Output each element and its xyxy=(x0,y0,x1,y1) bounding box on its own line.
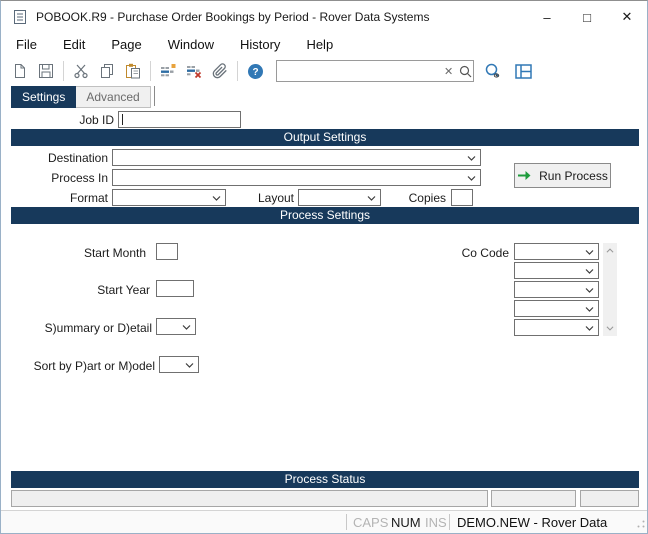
output-settings-header: Output Settings xyxy=(11,129,639,146)
caps-indicator: CAPS xyxy=(353,515,389,530)
cut-icon[interactable] xyxy=(68,59,94,83)
process-settings-header: Process Settings xyxy=(11,207,639,224)
tab-strip-edge xyxy=(151,86,155,106)
summary-or-detail-select[interactable] xyxy=(156,318,196,335)
chevron-down-icon xyxy=(585,306,594,312)
menu-window[interactable]: Window xyxy=(155,34,227,55)
co-code-select[interactable] xyxy=(514,262,599,279)
text-caret xyxy=(122,114,123,125)
statusbar-separator xyxy=(449,514,450,530)
add-record-icon[interactable] xyxy=(155,59,181,83)
search-box: ✕ xyxy=(276,60,474,82)
tab-strip: Settings Advanced xyxy=(11,86,155,108)
maximize-button[interactable]: □ xyxy=(567,1,607,33)
destination-label: Destination xyxy=(47,151,108,165)
close-button[interactable]: ✕ xyxy=(607,1,647,33)
run-process-button[interactable]: Run Process xyxy=(514,163,611,188)
co-code-select[interactable] xyxy=(514,243,599,260)
process-status-field-2 xyxy=(491,490,576,507)
job-id-label: Job ID xyxy=(79,113,114,127)
process-in-label: Process In xyxy=(51,171,108,185)
copy-icon[interactable] xyxy=(94,59,120,83)
help-icon[interactable]: ? xyxy=(242,59,268,83)
run-process-label: Run Process xyxy=(539,168,608,183)
title-bar: POBOOK.R9 - Purchase Order Bookings by P… xyxy=(1,1,647,33)
co-code-select[interactable] xyxy=(514,300,599,317)
application-icon xyxy=(13,9,27,25)
copies-input[interactable] xyxy=(451,189,473,206)
toolbar-separator xyxy=(150,61,151,81)
toolbar-separator xyxy=(63,61,64,81)
chevron-down-icon xyxy=(585,268,594,274)
clear-search-icon[interactable]: ✕ xyxy=(440,65,457,78)
ins-indicator: INS xyxy=(425,515,447,530)
app-window: POBOOK.R9 - Purchase Order Bookings by P… xyxy=(0,0,648,534)
chevron-down-icon xyxy=(467,175,476,181)
window-layout-icon[interactable] xyxy=(510,59,536,83)
statusbar-separator xyxy=(346,514,347,530)
process-status-field-main xyxy=(11,490,488,507)
tab-advanced[interactable]: Advanced xyxy=(76,86,151,108)
window-title: POBOOK.R9 - Purchase Order Bookings by P… xyxy=(36,10,430,24)
job-id-input[interactable] xyxy=(118,111,241,128)
statusbar-context: DEMO.NEW - Rover Data Systems xyxy=(457,515,608,533)
find-records-icon[interactable] xyxy=(480,59,506,83)
toolbar-separator xyxy=(237,61,238,81)
run-arrow-icon xyxy=(518,171,531,180)
menu-bar: File Edit Page Window History Help xyxy=(1,33,647,56)
sort-by-select[interactable] xyxy=(159,356,199,373)
scroll-down-icon[interactable] xyxy=(603,321,617,336)
chevron-down-icon xyxy=(585,249,594,255)
co-code-label: Co Code xyxy=(461,246,509,260)
start-month-label: Start Month xyxy=(83,246,146,260)
chevron-down-icon xyxy=(185,362,194,368)
toolbar: ? ✕ xyxy=(1,56,647,86)
menu-edit[interactable]: Edit xyxy=(50,34,98,55)
co-code-scrollbar[interactable] xyxy=(603,243,617,336)
search-icon[interactable] xyxy=(457,59,473,83)
menu-file[interactable]: File xyxy=(3,34,50,55)
chevron-down-icon xyxy=(585,325,594,331)
process-status-field-3 xyxy=(580,490,639,507)
summary-or-detail-label: S)ummary or D)etail xyxy=(44,321,152,335)
num-indicator: NUM xyxy=(391,515,421,530)
svg-text:?: ? xyxy=(252,67,258,78)
destination-select[interactable] xyxy=(112,149,481,166)
chevron-down-icon xyxy=(182,324,191,330)
process-status-header: Process Status xyxy=(11,471,639,488)
attachment-icon[interactable] xyxy=(207,59,233,83)
process-in-select[interactable] xyxy=(112,169,481,186)
delete-record-icon[interactable] xyxy=(181,59,207,83)
resize-grip[interactable] xyxy=(637,516,645,531)
search-input[interactable] xyxy=(277,63,440,79)
scroll-up-icon[interactable] xyxy=(603,243,617,258)
menu-help[interactable]: Help xyxy=(293,34,346,55)
new-document-icon[interactable] xyxy=(7,59,33,83)
format-label: Format xyxy=(69,191,108,205)
menu-page[interactable]: Page xyxy=(98,34,154,55)
chevron-down-icon xyxy=(467,155,476,161)
paste-icon[interactable] xyxy=(120,59,146,83)
layout-label: Layout xyxy=(257,191,294,205)
co-code-select[interactable] xyxy=(514,281,599,298)
status-bar: CAPS NUM INS DEMO.NEW - Rover Data Syste… xyxy=(1,510,647,533)
chevron-down-icon xyxy=(585,287,594,293)
sort-by-label: Sort by P)art or M)odel xyxy=(33,359,155,373)
copies-label: Copies xyxy=(408,191,446,205)
menu-history[interactable]: History xyxy=(227,34,293,55)
co-code-select[interactable] xyxy=(514,319,599,336)
save-icon[interactable] xyxy=(33,59,59,83)
start-month-input[interactable] xyxy=(156,243,178,260)
minimize-button[interactable]: – xyxy=(527,1,567,33)
start-year-label: Start Year xyxy=(97,283,150,297)
start-year-input[interactable] xyxy=(156,280,194,297)
tab-settings[interactable]: Settings xyxy=(11,86,77,108)
